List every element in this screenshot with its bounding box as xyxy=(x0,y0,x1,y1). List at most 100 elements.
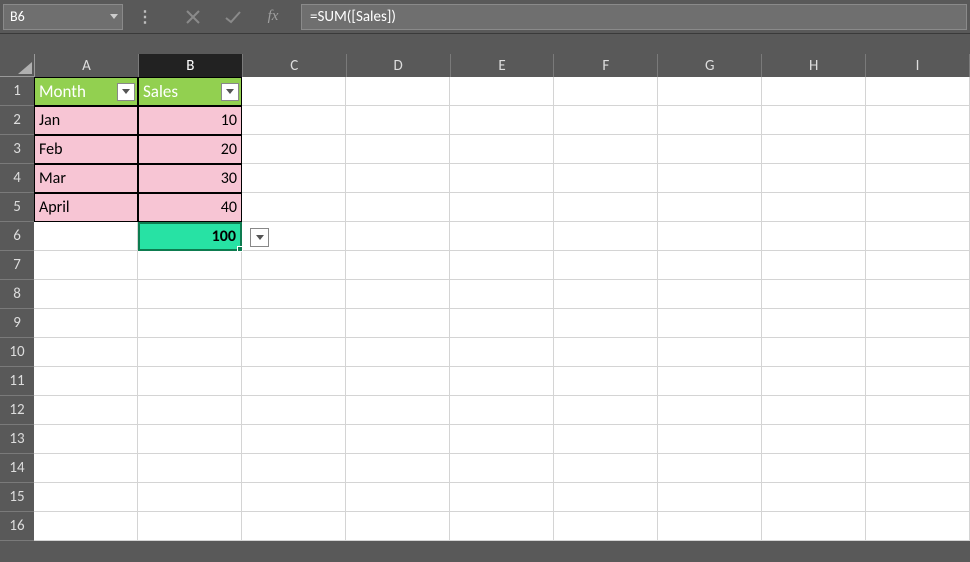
cell[interactable] xyxy=(658,396,762,425)
cell[interactable] xyxy=(346,222,450,251)
cell[interactable] xyxy=(658,77,762,106)
cell[interactable]: Mar xyxy=(34,164,138,193)
cell[interactable] xyxy=(866,338,970,367)
row-header-4[interactable]: 4 xyxy=(0,164,34,193)
cell[interactable] xyxy=(762,309,866,338)
cell[interactable] xyxy=(242,483,346,512)
cell[interactable] xyxy=(138,512,242,541)
cell[interactable] xyxy=(658,280,762,309)
cell[interactable] xyxy=(346,77,450,106)
cell[interactable] xyxy=(242,454,346,483)
cell[interactable] xyxy=(866,454,970,483)
cell[interactable] xyxy=(346,135,450,164)
cell[interactable] xyxy=(450,454,554,483)
cell[interactable]: Feb xyxy=(34,135,138,164)
cell[interactable] xyxy=(762,483,866,512)
row-header-6[interactable]: 6 xyxy=(0,222,34,251)
cell[interactable] xyxy=(866,251,970,280)
cell[interactable] xyxy=(554,251,658,280)
cell[interactable] xyxy=(866,425,970,454)
cell[interactable] xyxy=(554,222,658,251)
cell[interactable] xyxy=(866,77,970,106)
row-header-7[interactable]: 7 xyxy=(0,251,34,280)
filter-dropdown-icon[interactable] xyxy=(221,83,239,101)
cell[interactable] xyxy=(346,367,450,396)
cell[interactable] xyxy=(762,77,866,106)
cell[interactable] xyxy=(242,309,346,338)
cell[interactable] xyxy=(450,280,554,309)
cell[interactable] xyxy=(658,425,762,454)
cell[interactable] xyxy=(554,106,658,135)
cell[interactable] xyxy=(866,367,970,396)
fx-button[interactable]: fx xyxy=(253,4,293,30)
cell[interactable] xyxy=(346,454,450,483)
cell[interactable] xyxy=(554,280,658,309)
cell[interactable] xyxy=(762,106,866,135)
cell[interactable] xyxy=(658,164,762,193)
cell[interactable] xyxy=(762,454,866,483)
cell[interactable] xyxy=(658,309,762,338)
cell[interactable] xyxy=(762,193,866,222)
row-header-15[interactable]: 15 xyxy=(0,483,34,512)
cell[interactable] xyxy=(554,512,658,541)
cell[interactable]: April xyxy=(34,193,138,222)
cell[interactable] xyxy=(658,251,762,280)
cell[interactable] xyxy=(450,309,554,338)
cell[interactable] xyxy=(242,367,346,396)
dropdown-icon[interactable] xyxy=(110,13,118,21)
column-header-a[interactable]: A xyxy=(35,54,139,77)
cell[interactable]: Month xyxy=(34,77,138,106)
column-header-d[interactable]: D xyxy=(347,54,451,77)
cell[interactable] xyxy=(554,425,658,454)
cell[interactable] xyxy=(138,396,242,425)
cell[interactable] xyxy=(866,309,970,338)
cell[interactable] xyxy=(34,222,138,251)
cell[interactable] xyxy=(242,164,346,193)
cell[interactable]: 10 xyxy=(138,106,242,135)
cell[interactable] xyxy=(346,251,450,280)
name-box[interactable]: B6 xyxy=(3,4,123,30)
row-header-16[interactable]: 16 xyxy=(0,512,34,541)
cell[interactable] xyxy=(242,338,346,367)
cell[interactable] xyxy=(658,222,762,251)
row-header-8[interactable]: 8 xyxy=(0,280,34,309)
column-header-e[interactable]: E xyxy=(451,54,555,77)
cell[interactable] xyxy=(450,251,554,280)
cell[interactable] xyxy=(762,280,866,309)
cell[interactable] xyxy=(242,512,346,541)
cell[interactable] xyxy=(34,338,138,367)
cell[interactable] xyxy=(242,425,346,454)
row-header-13[interactable]: 13 xyxy=(0,425,34,454)
cell[interactable] xyxy=(242,251,346,280)
cell[interactable] xyxy=(450,135,554,164)
cell[interactable] xyxy=(138,425,242,454)
cell[interactable] xyxy=(658,338,762,367)
cell[interactable] xyxy=(658,454,762,483)
cell[interactable] xyxy=(34,309,138,338)
cell[interactable]: 20 xyxy=(138,135,242,164)
cell[interactable] xyxy=(866,106,970,135)
column-header-i[interactable]: I xyxy=(866,54,970,77)
cell[interactable] xyxy=(138,251,242,280)
cell[interactable] xyxy=(866,222,970,251)
cell[interactable] xyxy=(658,483,762,512)
cell[interactable]: Sales xyxy=(138,77,242,106)
cell[interactable] xyxy=(762,135,866,164)
cell[interactable] xyxy=(450,164,554,193)
cell[interactable]: Jan xyxy=(34,106,138,135)
cell[interactable] xyxy=(450,483,554,512)
cell[interactable] xyxy=(658,367,762,396)
cell[interactable] xyxy=(450,425,554,454)
cell[interactable] xyxy=(242,135,346,164)
cell[interactable] xyxy=(34,425,138,454)
cell[interactable] xyxy=(450,193,554,222)
cell[interactable]: 40 xyxy=(138,193,242,222)
cell[interactable] xyxy=(138,367,242,396)
cell[interactable] xyxy=(450,77,554,106)
cell[interactable] xyxy=(138,454,242,483)
cell[interactable] xyxy=(138,309,242,338)
cell[interactable] xyxy=(138,338,242,367)
row-header-10[interactable]: 10 xyxy=(0,338,34,367)
cell[interactable] xyxy=(658,135,762,164)
column-header-h[interactable]: H xyxy=(762,54,866,77)
